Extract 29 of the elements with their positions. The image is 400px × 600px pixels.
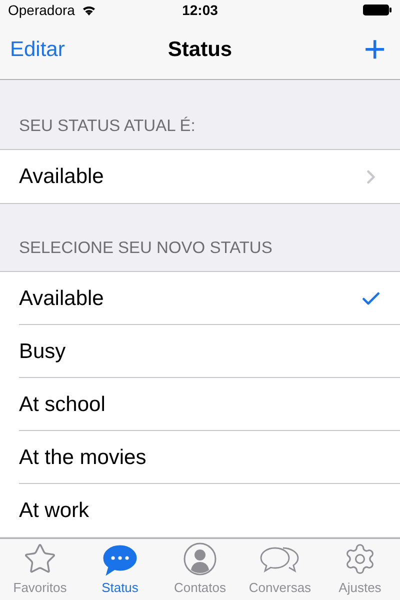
- tab[interactable]: Favoritos: [0, 539, 80, 600]
- speech-bubble-icon: [102, 544, 138, 576]
- person-icon: [183, 542, 217, 576]
- add-button[interactable]: +: [364, 30, 390, 68]
- row-label: Available: [19, 164, 104, 190]
- status-row[interactable]: At the movies: [0, 431, 400, 484]
- status-row[interactable]: Busy: [0, 325, 400, 378]
- tab[interactable]: Ajustes: [320, 539, 400, 600]
- edit-button[interactable]: Editar: [10, 34, 65, 66]
- section-header: SEU STATUS ATUAL É:: [19, 116, 196, 138]
- row-label: Busy: [19, 338, 66, 365]
- tab[interactable]: Contatos: [160, 539, 240, 600]
- row-label: At work: [19, 498, 90, 524]
- row-label: Available: [19, 286, 104, 312]
- tab[interactable]: Status: [80, 539, 160, 600]
- status-row[interactable]: Available: [0, 150, 400, 203]
- tab[interactable]: Conversas: [240, 539, 320, 600]
- status-row[interactable]: Available: [0, 272, 400, 325]
- wifi-icon: [80, 4, 97, 16]
- battery-icon: [363, 4, 392, 16]
- clock-time: 12:03: [182, 0, 218, 20]
- status-row[interactable]: At work: [0, 484, 400, 537]
- star-icon: [23, 542, 57, 576]
- section-header: SELECIONE SEU NOVO STATUS: [19, 238, 272, 260]
- row-label: At school: [19, 392, 106, 418]
- carrier-name: Operadora: [8, 0, 75, 20]
- status-row[interactable]: At school: [0, 378, 400, 431]
- nav-title: Status: [168, 36, 232, 63]
- row-label: At the movies: [19, 444, 146, 471]
